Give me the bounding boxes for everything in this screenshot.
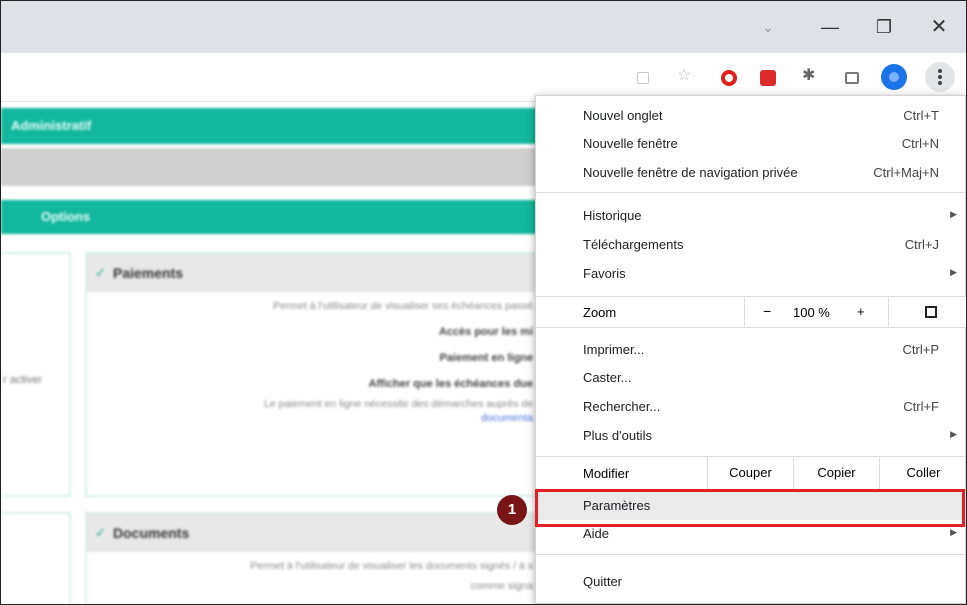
menu-item-shortcut: Ctrl+T: [903, 108, 939, 123]
pdf-extension-icon[interactable]: [760, 70, 776, 86]
payments-card-title[interactable]: Paiements: [87, 254, 543, 292]
extensions-puzzle-icon[interactable]: ✱: [802, 65, 820, 84]
fullscreen-icon[interactable]: [925, 306, 937, 318]
menu-item-label: Caster...: [583, 370, 632, 385]
menu-separator: [536, 554, 966, 555]
menu-item-label: Aide: [583, 526, 610, 541]
menu-item-label: Rechercher...: [583, 399, 661, 414]
bookmark-star-icon[interactable]: ☆: [677, 65, 695, 84]
menu-item-new-window[interactable]: Nouvelle fenêtre Ctrl+N: [536, 130, 966, 158]
menu-item-cast[interactable]: Caster...: [536, 364, 966, 392]
zoom-in-button[interactable]: +: [857, 304, 865, 319]
menu-item-label: Imprimer...: [583, 342, 645, 357]
card-text: comme signa: [470, 580, 533, 592]
section-header-administratif[interactable]: Administratif: [1, 108, 541, 144]
restore-button[interactable]: ❐: [872, 15, 896, 39]
menu-item-find[interactable]: Rechercher... Ctrl+F: [536, 393, 966, 421]
left-panel-2: [1, 512, 71, 604]
minimize-button[interactable]: —: [818, 15, 842, 39]
title-bar: ⌄ — ❐ ✕: [1, 1, 966, 53]
highlight-box: [535, 489, 965, 527]
submenu-arrow-icon: ▶: [950, 209, 957, 219]
menu-item-label: Nouvelle fenêtre de navigation privée: [583, 165, 798, 180]
menu-item-label: Historique: [583, 208, 642, 223]
menu-zoom-row: Zoom − 100 % +: [536, 296, 966, 328]
menu-item-shortcut: Ctrl+Maj+N: [873, 165, 939, 180]
tab-search-icon[interactable]: ⌄: [756, 15, 780, 39]
submenu-arrow-icon: ▶: [950, 429, 957, 439]
chrome-main-menu: Nouvel onglet Ctrl+T Nouvelle fenêtre Ct…: [535, 95, 966, 604]
zoom-controls: − 100 % +: [744, 297, 889, 327]
card-text: Permet à l'utilisateur de visualiser les…: [250, 560, 533, 572]
profile-avatar[interactable]: [881, 64, 907, 90]
menu-item-label: Nouvelle fenêtre: [583, 136, 678, 151]
zoom-out-button[interactable]: −: [763, 303, 771, 319]
menu-separator: [536, 192, 966, 193]
menu-item-shortcut: Ctrl+F: [903, 399, 939, 414]
edit-label: Modifier: [583, 466, 630, 481]
menu-item-shortcut: Ctrl+J: [904, 237, 939, 252]
menu-item-print[interactable]: Imprimer... Ctrl+P: [536, 336, 966, 364]
payments-card: Paiements Permet à l'utilisateur de visu…: [85, 252, 545, 497]
menu-item-new-tab[interactable]: Nouvel onglet Ctrl+T: [536, 102, 966, 130]
card-option: Paiement en ligne: [439, 352, 533, 364]
card-option: Accès pour les mi: [438, 326, 533, 338]
step-number-badge: 1: [497, 495, 527, 525]
card-text: Permet à l'utilisateur de visualiser ses…: [273, 300, 533, 312]
card-text: Le paiement en ligne nécessite des démar…: [263, 398, 533, 410]
menu-item-history[interactable]: Historique ▶: [536, 202, 966, 230]
share-icon[interactable]: [637, 72, 649, 84]
chrome-menu-icon[interactable]: [925, 62, 955, 92]
menu-item-label: Favoris: [583, 266, 626, 281]
submenu-arrow-icon: ▶: [950, 527, 957, 537]
card-option: Afficher que les échéances due: [368, 378, 533, 390]
menu-item-shortcut: Ctrl+P: [902, 342, 939, 357]
close-button[interactable]: ✕: [927, 15, 951, 39]
submenu-arrow-icon: ▶: [950, 267, 957, 277]
documents-card-title[interactable]: Documents: [87, 514, 543, 552]
menu-item-incognito-window[interactable]: Nouvelle fenêtre de navigation privée Ct…: [536, 159, 966, 187]
paste-button[interactable]: Coller: [879, 457, 966, 489]
grey-band: [1, 148, 541, 186]
menu-item-label: Nouvel onglet: [583, 108, 663, 123]
menu-item-shortcut: Ctrl+N: [901, 136, 939, 151]
zoom-label: Zoom: [583, 305, 617, 320]
menu-item-label: Quitter: [583, 574, 623, 589]
menu-item-downloads[interactable]: Téléchargements Ctrl+J: [536, 231, 966, 259]
menu-item-label: Plus d'outils: [583, 428, 652, 443]
copy-button[interactable]: Copier: [793, 457, 879, 489]
opera-extension-icon[interactable]: [721, 70, 737, 86]
menu-item-label: Téléchargements: [583, 237, 684, 252]
menu-item-exit[interactable]: Quitter: [536, 568, 966, 596]
menu-edit-row: Modifier Couper Copier Coller: [536, 456, 966, 490]
section-header-options[interactable]: Options: [1, 200, 541, 234]
menu-item-more-tools[interactable]: Plus d'outils ▶: [536, 422, 966, 450]
left-panel-label: r activer: [3, 374, 43, 386]
left-panel: r activer: [1, 252, 71, 497]
cut-button[interactable]: Couper: [707, 457, 793, 489]
documentation-link[interactable]: documenta: [87, 412, 543, 424]
documents-card: Documents Permet à l'utilisateur de visu…: [85, 512, 545, 604]
zoom-level: 100 %: [793, 305, 830, 320]
browser-window: ⌄ — ❐ ✕ ☆ ✱ Administratif Options r acti…: [0, 0, 967, 605]
menu-item-bookmarks[interactable]: Favoris ▶: [536, 260, 966, 288]
side-panel-icon[interactable]: [845, 72, 859, 84]
